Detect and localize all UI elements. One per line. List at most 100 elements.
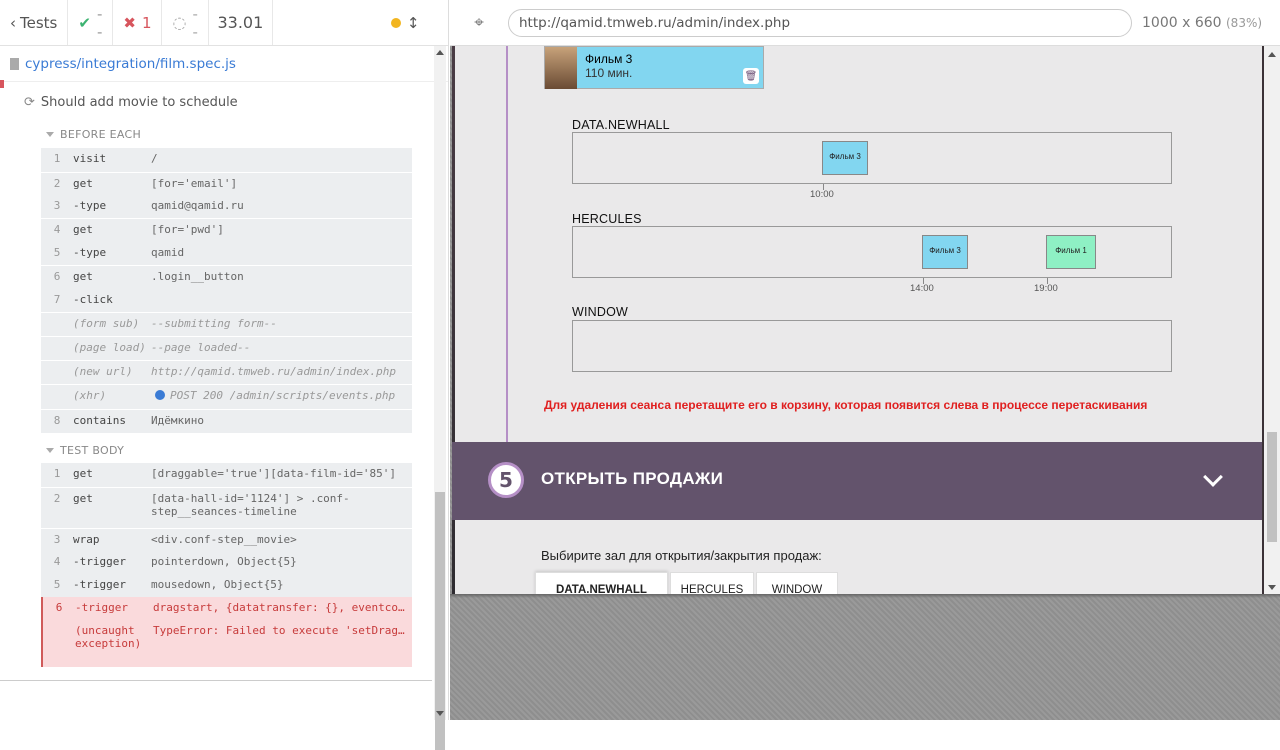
hall-title: WINDOW (572, 305, 629, 319)
seances-timeline[interactable] (572, 320, 1172, 372)
hall-tab[interactable]: WINDOW (756, 572, 838, 594)
command-row[interactable]: 2 get [data-hall-id='1124'] > .conf-step__… (41, 487, 412, 528)
command-row[interactable]: 4 -trigger pointerdown, Object{5} (41, 551, 412, 574)
command-name: (page load) (73, 341, 146, 354)
reporter-header: ‹ Tests ✔ -- ✖ 1 ◌ -- 33.01 ↕ (0, 0, 462, 46)
command-num: 5 (53, 246, 61, 259)
command-msg: Идёмкино (151, 414, 204, 427)
spec-file-bar[interactable]: cypress/integration/film.spec.js (0, 46, 448, 82)
scroll-up-icon[interactable] (1268, 52, 1276, 57)
tests-button[interactable]: ‹ Tests (0, 0, 69, 45)
command-msg: qamid (151, 246, 185, 259)
command-row[interactable]: 2 get [for='email'] (41, 172, 412, 195)
command-name: (new url) (73, 365, 133, 378)
command-num: 7 (53, 293, 61, 306)
hall-tab[interactable]: HERCULES (670, 572, 754, 594)
command-msg: TypeError: Failed to execute 'setDrag… (153, 624, 405, 637)
scroll-down-icon[interactable] (1268, 585, 1276, 590)
command-msg: [draggable='true'][data-film-id='85'] (151, 467, 397, 480)
film-title: Фильм 3 (585, 52, 633, 66)
test-title[interactable]: ⟳ Should add movie to schedule (24, 95, 238, 110)
step-number: 5 (488, 462, 524, 498)
hall-tab-selected[interactable]: DATA.NEWHALL (535, 572, 668, 594)
failed-count: 1 (141, 13, 152, 32)
command-row[interactable]: 8 contains Идёмкино (41, 409, 412, 433)
tests-label: Tests (20, 13, 58, 32)
command-name: wrap (73, 533, 100, 546)
command-name: get (73, 492, 93, 505)
seance[interactable]: Фильм 1 (1046, 235, 1096, 269)
frame-shadow (450, 594, 1280, 598)
spec-file-name: cypress/integration/film.spec.js (25, 55, 236, 72)
command-num: 3 (53, 199, 61, 212)
check-icon: ✔ (78, 13, 91, 32)
command-row[interactable]: 4 get [for='pwd'] (41, 218, 412, 242)
seance-time: 10:00 (810, 189, 834, 200)
step-header[interactable]: 5 ОТКРЫТЬ ПРОДАЖИ (452, 442, 1262, 520)
command-row[interactable]: 1 visit / (41, 148, 412, 172)
command-row[interactable]: (form sub) --submitting form-- (41, 312, 412, 336)
before-each-commands: 1 visit / 2 get [for='email'] 3 -type qamid@qam… (41, 148, 412, 433)
app-preview: ⌖ http://qamid.tmweb.ru/admin/index.php … (450, 0, 1280, 720)
command-row[interactable]: 1 get [draggable='true'][data-film-id='85'… (41, 463, 412, 487)
seances-timeline[interactable]: Фильм 3 Фильм 1 (572, 226, 1172, 284)
command-row[interactable]: 5 -type qamid (41, 242, 412, 265)
autoscroll-icon[interactable]: ↕ (407, 14, 420, 32)
reporter-controls: ↕ (273, 0, 472, 45)
command-row[interactable]: (new url) http://qamid.tmweb.ru/admin/ind… (41, 360, 412, 384)
selector-playground-button[interactable]: ⌖ (450, 13, 508, 33)
command-row[interactable]: (page load) --page loaded-- (41, 336, 412, 360)
command-row[interactable]: 3 -type qamid@qamid.ru (41, 195, 412, 218)
command-msg: / (151, 152, 158, 165)
seance[interactable]: Фильм 3 (922, 235, 968, 269)
chevron-down-icon[interactable] (1203, 467, 1223, 487)
trash-icon[interactable]: 🗑 (743, 68, 759, 84)
command-name: visit (73, 152, 107, 165)
url-text: http://qamid.tmweb.ru/admin/index.php (519, 14, 791, 31)
url-field[interactable]: http://qamid.tmweb.ru/admin/index.php (508, 8, 1132, 37)
command-msg: qamid@qamid.ru (151, 199, 244, 212)
before-each-header[interactable]: BEFORE EACH (46, 128, 141, 141)
command-msg: dragstart, {datatransfer: {}, eventco… (153, 601, 405, 614)
hall-title: HERCULES (572, 212, 642, 226)
command-row[interactable]: 6 -trigger dragstart, {datatransfer: {}, … (41, 597, 412, 621)
command-row[interactable]: (xhr) POST 200 /admin/scripts/events.php (41, 384, 412, 409)
command-row[interactable]: 3 wrap <div.conf-step__movie> (41, 528, 412, 551)
command-row[interactable]: (uncaught exception) TypeError: Failed to… (41, 621, 412, 667)
command-row[interactable]: 5 -trigger mousedown, Object{5} (41, 574, 412, 597)
pending-count: -- (192, 4, 198, 41)
seances-timeline[interactable]: Фильм 3 (572, 132, 1172, 190)
command-num: 1 (53, 467, 61, 480)
viewport-info[interactable]: 1000 x 660 (83%) (1142, 15, 1262, 31)
command-num: 6 (53, 270, 61, 283)
xhr-message: POST 200 /admin/scripts/events.php (170, 389, 396, 402)
film-card[interactable]: Фильм 3 110 мин. 🗑 (544, 46, 764, 89)
iframe-scrollbar[interactable] (1264, 46, 1280, 594)
command-msg: [for='email'] (151, 177, 238, 190)
command-name: (uncaught exception) (75, 624, 142, 650)
command-num: 4 (53, 555, 61, 568)
divider (0, 680, 432, 681)
film-duration: 110 мин. (585, 66, 633, 80)
command-msg: POST 200 /admin/scripts/events.php (151, 389, 412, 402)
command-num: 3 (53, 533, 61, 546)
command-row[interactable]: 6 get .login__button (41, 265, 412, 289)
command-name: -click (73, 293, 113, 306)
aut-url-bar: ⌖ http://qamid.tmweb.ru/admin/index.php … (450, 0, 1280, 46)
viewport-size: 1000 x 660 (1142, 14, 1222, 31)
status-dot-icon (390, 17, 401, 28)
refresh-icon: ⟳ (24, 95, 35, 110)
scroll-up-icon[interactable] (436, 50, 444, 55)
scrollbar-thumb[interactable] (1267, 432, 1277, 542)
seance[interactable]: Фильм 3 (822, 141, 868, 175)
command-num: 2 (53, 177, 61, 190)
command-name: (form sub) (73, 317, 140, 330)
xhr-status-dot-icon (155, 390, 165, 400)
test-body-header[interactable]: TEST BODY (46, 444, 124, 457)
duration: 33.01 (209, 0, 273, 45)
command-name: get (73, 270, 93, 283)
command-row[interactable]: 7 -click (41, 289, 412, 312)
scroll-down-icon[interactable] (436, 711, 444, 716)
reporter-scrollbar[interactable] (434, 46, 446, 750)
before-each-label: BEFORE EACH (60, 128, 142, 141)
